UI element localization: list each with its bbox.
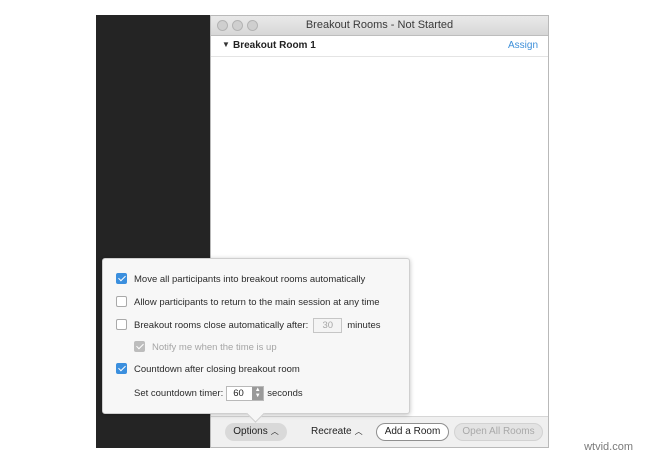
- assign-link[interactable]: Assign: [508, 40, 538, 51]
- auto-close-unit: minutes: [347, 320, 381, 332]
- countdown-label: Countdown after closing breakout room: [134, 364, 300, 375]
- room-name: Breakout Room 1: [233, 40, 316, 51]
- option-countdown-timer: Set countdown timer: 60 ▲ ▼ seconds: [134, 386, 303, 401]
- caret-down-icon[interactable]: ▼: [222, 40, 230, 49]
- countdown-timer-value: 60: [233, 388, 244, 399]
- option-notify: Notify me when the time is up: [134, 341, 277, 353]
- option-allow-return[interactable]: Allow participants to return to the main…: [116, 296, 380, 308]
- allow-return-checkbox[interactable]: [116, 296, 127, 307]
- options-label: Options: [233, 426, 268, 437]
- title-bar: Breakout Rooms - Not Started: [211, 16, 548, 36]
- recreate-label: Recreate: [311, 426, 352, 437]
- room-row[interactable]: ▼ Breakout Room 1 Assign: [211, 36, 548, 57]
- option-countdown[interactable]: Countdown after closing breakout room: [116, 363, 300, 375]
- chevron-up-icon: ︿: [270, 427, 279, 436]
- stepper-arrows-icon[interactable]: ▲ ▼: [252, 387, 264, 400]
- options-button[interactable]: Options ︿: [225, 423, 287, 441]
- countdown-checkbox[interactable]: [116, 363, 127, 374]
- notify-label: Notify me when the time is up: [152, 342, 277, 353]
- move-all-checkbox[interactable]: [116, 273, 127, 284]
- auto-close-minutes-input: 30: [313, 318, 343, 333]
- countdown-timer-stepper[interactable]: 60 ▲ ▼: [226, 386, 265, 401]
- countdown-timer-unit: seconds: [267, 388, 303, 400]
- add-room-button[interactable]: Add a Room: [376, 423, 449, 441]
- move-all-label: Move all participants into breakout room…: [134, 274, 366, 285]
- watermark: wtvid.com: [584, 441, 633, 453]
- option-move-all[interactable]: Move all participants into breakout room…: [116, 273, 365, 285]
- bottom-toolbar: Options ︿ Recreate ︿ Add a Room Open All R…: [211, 416, 548, 447]
- chevron-up-icon: ︿: [354, 427, 363, 436]
- option-auto-close[interactable]: Breakout rooms close automatically after…: [116, 318, 381, 333]
- options-popover: Move all participants into breakout room…: [102, 258, 410, 423]
- auto-close-label: Breakout rooms close automatically after…: [134, 320, 309, 332]
- notify-checkbox: [134, 341, 145, 352]
- recreate-button[interactable]: Recreate ︿: [311, 423, 363, 441]
- countdown-timer-label: Set countdown timer:: [134, 388, 224, 400]
- allow-return-label: Allow participants to return to the main…: [134, 297, 380, 308]
- auto-close-checkbox[interactable]: [116, 319, 127, 331]
- open-all-rooms-button: Open All Rooms: [454, 423, 543, 441]
- window-title: Breakout Rooms - Not Started: [305, 19, 454, 31]
